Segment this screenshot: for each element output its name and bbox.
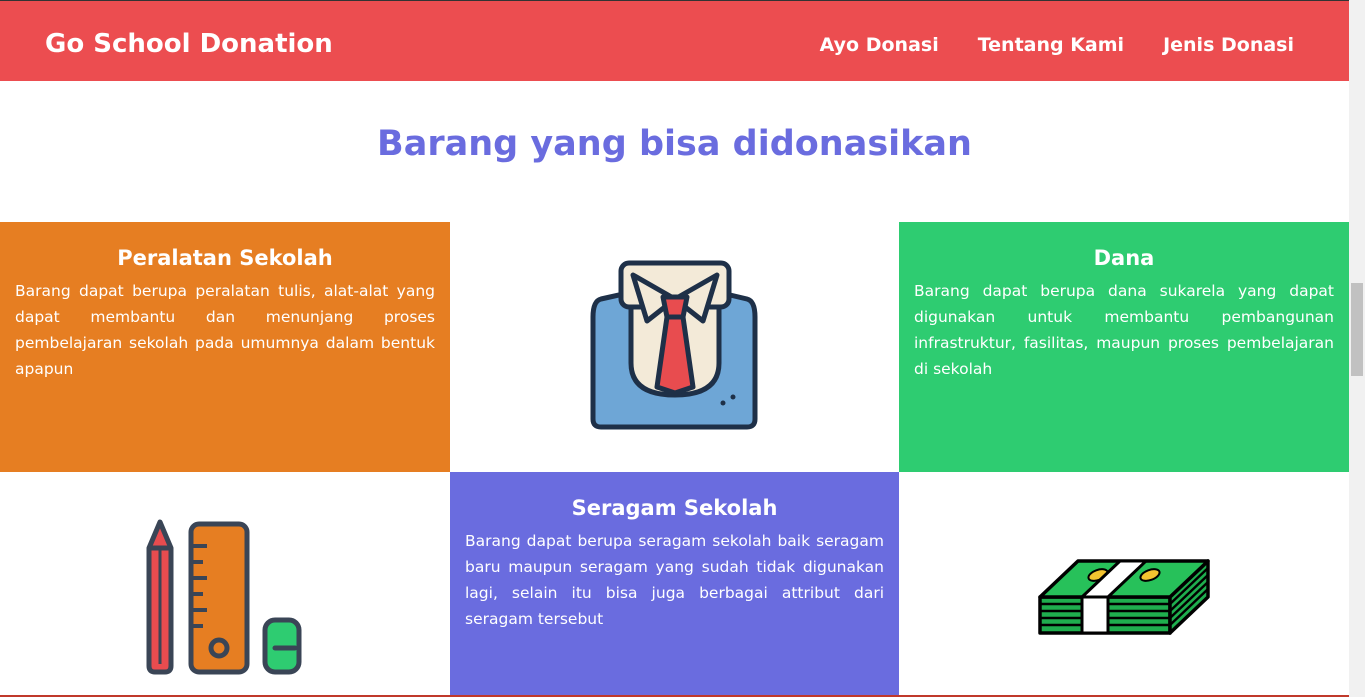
card-seragam-sekolah: Seragam Sekolah Barang dapat berupa sera…: [450, 472, 899, 697]
navbar: Go School Donation Ayo Donasi Tentang Ka…: [0, 0, 1349, 81]
scrollbar-thumb[interactable]: [1351, 283, 1363, 376]
card-dana: Dana Barang dapat berupa dana sukarela y…: [899, 222, 1349, 472]
brand-logo[interactable]: Go School Donation: [45, 29, 333, 59]
shirt-tie-icon: [590, 260, 757, 430]
scrollbar[interactable]: [1349, 0, 1365, 697]
nav-link-ayo-donasi[interactable]: Ayo Donasi: [820, 34, 939, 56]
card-image-stationery: [0, 472, 450, 697]
card-title-dana: Dana: [1093, 246, 1155, 270]
card-desc-dana: Barang dapat berupa dana sukarela yang d…: [914, 282, 1334, 378]
card-image-uniform: [450, 222, 899, 472]
nav-link-jenis-donasi[interactable]: Jenis Donasi: [1163, 34, 1294, 56]
card-desc-peralatan: Barang dapat berupa peralatan tulis, ala…: [15, 282, 435, 378]
card-desc-seragam: Barang dapat berupa seragam sekolah baik…: [465, 532, 884, 628]
nav-links: Ayo Donasi Tentang Kami Jenis Donasi: [820, 34, 1294, 56]
pencil-ruler-eraser-icon: [146, 519, 302, 675]
money-stack-icon: [1038, 559, 1210, 635]
page: Go School Donation Ayo Donasi Tentang Ka…: [0, 0, 1365, 697]
card-title-seragam: Seragam Sekolah: [571, 496, 778, 520]
donation-grid: Peralatan Sekolah Barang dapat berupa pe…: [0, 222, 1349, 697]
nav-link-tentang-kami[interactable]: Tentang Kami: [978, 34, 1124, 56]
card-image-money: [899, 472, 1349, 697]
card-title-peralatan: Peralatan Sekolah: [117, 246, 333, 270]
card-peralatan-sekolah: Peralatan Sekolah Barang dapat berupa pe…: [0, 222, 450, 472]
section-title: Barang yang bisa didonasikan: [377, 124, 972, 164]
